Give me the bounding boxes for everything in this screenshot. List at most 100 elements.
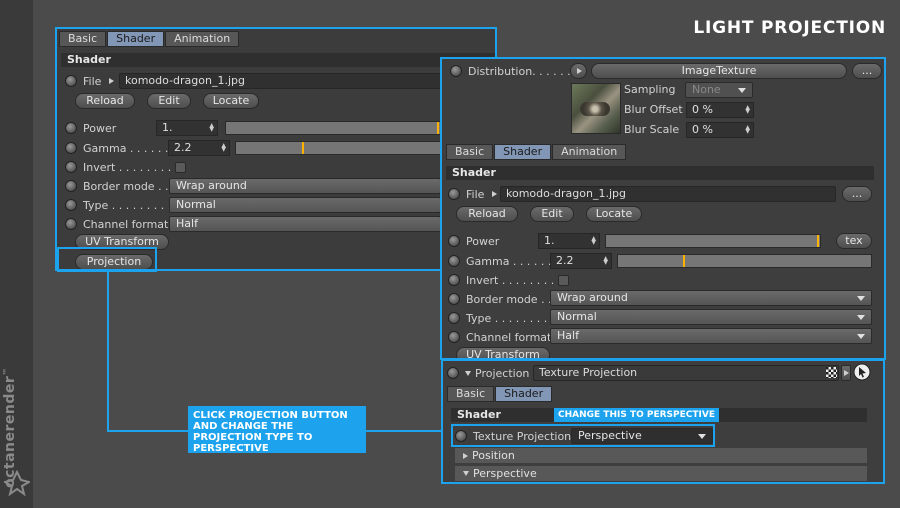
gamma-slider[interactable]: [617, 254, 872, 268]
keyframe-dot-icon[interactable]: [448, 331, 460, 343]
spinner-icon[interactable]: ▲ ▼: [221, 143, 226, 153]
slider-handle[interactable]: [437, 122, 439, 134]
play-icon: [576, 68, 582, 74]
spinner-icon[interactable]: ▲ ▼: [591, 236, 596, 246]
position-group[interactable]: Position: [455, 448, 867, 463]
reload-button[interactable]: Reload: [456, 206, 518, 222]
invert-checkbox[interactable]: [175, 161, 187, 173]
spinner-icon[interactable]: ▲ ▼: [603, 256, 608, 266]
tab-basic[interactable]: Basic: [446, 144, 494, 160]
tab-shader[interactable]: Shader: [494, 144, 552, 160]
gamma-input[interactable]: 2.2 ▲ ▼: [168, 140, 230, 156]
invert-checkbox[interactable]: [558, 274, 570, 286]
edit-button[interactable]: Edit: [530, 206, 574, 222]
tab-shader[interactable]: Shader: [495, 386, 553, 402]
type-row: Type . . . . . . . . .: [65, 196, 171, 214]
keyframe-dot-icon[interactable]: [65, 142, 77, 154]
invert-label: Invert . . . . . . . .: [466, 273, 555, 287]
perspective-label: Perspective: [473, 467, 537, 480]
slider-handle[interactable]: [683, 255, 685, 267]
power-row: Power: [65, 119, 116, 137]
file-path-field[interactable]: komodo-dragon_1.jpg: [500, 186, 836, 202]
power-slider[interactable]: [225, 121, 441, 135]
gamma-input[interactable]: 2.2 ▲ ▼: [550, 253, 612, 269]
tab-basic[interactable]: Basic: [59, 31, 107, 47]
expand-link-button[interactable]: [841, 365, 851, 381]
border-mode-dropdown[interactable]: Wrap around: [169, 178, 441, 194]
border-mode-dropdown[interactable]: Wrap around: [550, 290, 872, 306]
keyframe-dot-icon[interactable]: [65, 180, 77, 192]
channel-format-dropdown[interactable]: Half: [169, 216, 441, 232]
distribution-link-button[interactable]: [570, 63, 587, 79]
spinner-icon[interactable]: ▲ ▼: [745, 125, 750, 135]
cursor-pick-icon[interactable]: [853, 363, 871, 381]
power-slider[interactable]: [605, 234, 821, 248]
distribution-shader-button[interactable]: ImageTexture: [591, 63, 847, 79]
keyframe-dot-icon[interactable]: [448, 293, 460, 305]
border-mode-value: Wrap around: [557, 291, 628, 304]
keyframe-dot-icon[interactable]: [65, 122, 77, 134]
position-label: Position: [472, 449, 515, 462]
slider-handle[interactable]: [817, 235, 819, 247]
tab-shader[interactable]: Shader: [107, 31, 165, 47]
left-tabs: Basic Shader Animation: [59, 31, 240, 48]
edit-button[interactable]: Edit: [147, 93, 191, 109]
spinner-icon[interactable]: ▲ ▼: [745, 105, 750, 115]
checker-icon[interactable]: [826, 367, 837, 378]
tex-button[interactable]: tex: [836, 233, 872, 249]
power-input[interactable]: 1. ▲ ▼: [156, 120, 218, 136]
keyframe-dot-icon[interactable]: [65, 218, 77, 230]
chevron-down-icon: [857, 334, 865, 339]
gamma-slider[interactable]: [235, 141, 441, 155]
blur-scale-input[interactable]: 0 % ▲ ▼: [686, 122, 754, 138]
slider-handle[interactable]: [302, 142, 304, 154]
brand-trademark: ™: [2, 367, 11, 376]
keyframe-dot-icon[interactable]: [448, 274, 460, 286]
file-label: File: [83, 74, 102, 88]
file-browse-button[interactable]: ...: [842, 186, 872, 202]
keyframe-dot-icon[interactable]: [450, 65, 462, 77]
type-dropdown[interactable]: Normal: [169, 197, 441, 213]
locate-button[interactable]: Locate: [203, 93, 259, 109]
collapse-icon[interactable]: [465, 370, 471, 376]
chevron-down-icon: [857, 296, 865, 301]
power-row: Power: [448, 232, 499, 250]
keyframe-dot-icon[interactable]: [448, 255, 460, 267]
projection-button-highlight: [57, 247, 157, 272]
locate-button[interactable]: Locate: [586, 206, 642, 222]
tab-animation[interactable]: Animation: [552, 144, 627, 160]
keyframe-dot-icon[interactable]: [448, 235, 460, 247]
channel-format-label: Channel format: [466, 330, 552, 344]
play-icon: [844, 370, 849, 376]
keyframe-dot-icon[interactable]: [65, 161, 77, 173]
reload-button[interactable]: Reload: [75, 93, 135, 109]
change-perspective-callout: CHANGE THIS TO PERSPECTIVE: [554, 408, 719, 422]
spinner-icon[interactable]: ▲ ▼: [209, 123, 214, 133]
border-mode-label: Border mode . .: [83, 179, 169, 193]
keyframe-dot-icon[interactable]: [447, 367, 459, 379]
file-expand-icon[interactable]: [109, 78, 115, 84]
invert-row: Invert . . . . . . . .: [65, 158, 187, 176]
expand-icon: [463, 453, 468, 459]
keyframe-dot-icon[interactable]: [65, 75, 77, 87]
projection-field[interactable]: Texture Projection: [533, 365, 839, 381]
gamma-row: Gamma . . . . . . .: [65, 139, 175, 157]
type-value: Normal: [557, 310, 597, 323]
channel-format-value: Half: [557, 329, 579, 342]
tab-animation[interactable]: Animation: [165, 31, 240, 47]
keyframe-dot-icon[interactable]: [65, 199, 77, 211]
channel-format-dropdown[interactable]: Half: [550, 328, 872, 344]
keyframe-dot-icon[interactable]: [448, 312, 460, 324]
keyframe-dot-icon[interactable]: [448, 188, 460, 200]
sampling-dropdown[interactable]: None: [685, 82, 753, 98]
file-label: File: [466, 187, 485, 201]
distribution-more-button[interactable]: ...: [852, 63, 882, 79]
power-input[interactable]: 1. ▲ ▼: [538, 233, 600, 249]
tab-basic[interactable]: Basic: [447, 386, 495, 402]
connector-line-horizontal: [107, 430, 191, 432]
channel-format-label: Channel format: [83, 217, 169, 231]
type-dropdown[interactable]: Normal: [550, 309, 872, 325]
blur-offset-input[interactable]: 0 % ▲ ▼: [686, 102, 754, 118]
file-expand-icon[interactable]: [492, 191, 498, 197]
perspective-group[interactable]: Perspective: [455, 466, 867, 481]
